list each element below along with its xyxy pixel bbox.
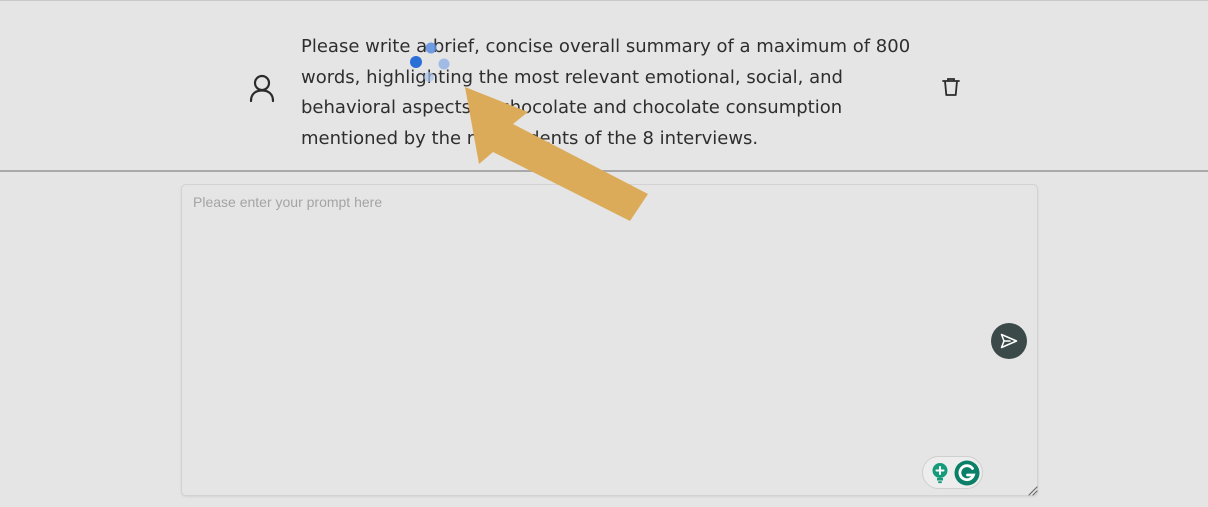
resize-handle-icon[interactable]	[1026, 484, 1038, 496]
grammarly-icon[interactable]	[954, 460, 980, 486]
send-button[interactable]	[991, 323, 1027, 359]
user-icon	[249, 74, 275, 103]
trash-icon	[942, 78, 960, 96]
prompt-input[interactable]	[182, 185, 1037, 495]
grammarly-widget[interactable]	[922, 456, 983, 489]
prompt-box	[181, 184, 1038, 496]
send-icon	[1000, 333, 1018, 349]
delete-message-button[interactable]	[938, 74, 964, 100]
user-message-text: Please write a brief, concise overall su…	[301, 36, 911, 149]
user-message-row: Please write a brief, concise overall su…	[0, 1, 1208, 170]
divider	[0, 170, 1208, 172]
loading-dots-icon	[410, 42, 450, 82]
lightbulb-plus-icon[interactable]	[930, 462, 950, 484]
